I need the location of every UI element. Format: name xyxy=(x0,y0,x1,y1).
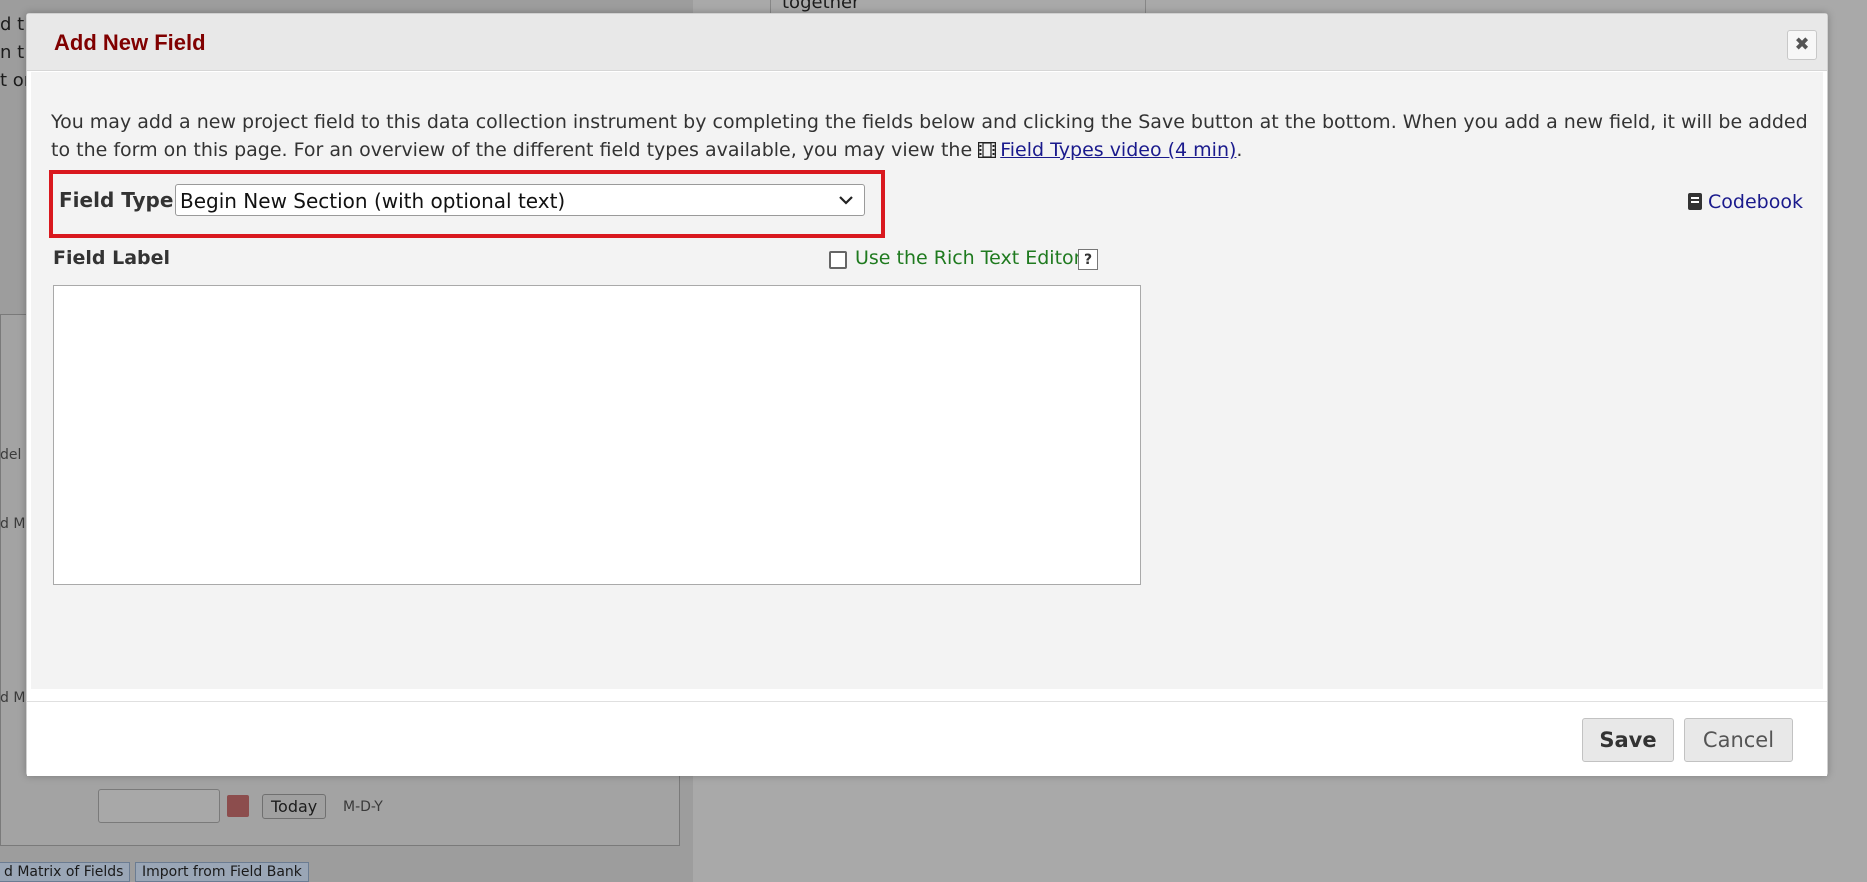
intro-end: . xyxy=(1236,139,1243,161)
rich-text-editor-checkbox[interactable] xyxy=(829,251,847,269)
cancel-button[interactable]: Cancel xyxy=(1684,718,1793,762)
add-field-dialog: Add New Field ✖ You may add a new projec… xyxy=(26,13,1828,776)
background-text-fragment: d t xyxy=(0,14,25,35)
intro-text-body: You may add a new project field to this … xyxy=(51,111,1808,161)
field-label-heading: Field Label xyxy=(53,247,171,269)
background-date-input[interactable] xyxy=(98,789,220,823)
dialog-body: You may add a new project field to this … xyxy=(31,72,1823,689)
codebook-link[interactable]: Codebook xyxy=(1688,191,1803,213)
field-type-selected-value: Begin New Section (with optional text) xyxy=(180,189,566,213)
close-icon[interactable]: ✖ xyxy=(1787,30,1817,60)
field-type-label: Field Type: xyxy=(59,188,182,212)
dialog-title: Add New Field xyxy=(54,30,206,55)
add-matrix-button[interactable]: d Matrix of Fields xyxy=(0,862,131,882)
field-type-select[interactable]: Begin New Section (with optional text) xyxy=(175,184,865,216)
background-text-fragment: del xyxy=(0,447,22,463)
field-type-highlight: Field Type: Begin New Section (with opti… xyxy=(49,170,885,238)
background-text-fragment: n t xyxy=(0,42,25,63)
help-icon[interactable]: ? xyxy=(1078,249,1098,270)
dialog-footer: Save Cancel xyxy=(27,701,1827,776)
calendar-icon[interactable] xyxy=(227,795,249,817)
field-types-video-link[interactable]: Field Types video (4 min) xyxy=(1000,139,1236,161)
today-button[interactable]: Today xyxy=(262,794,327,819)
field-label-textarea[interactable] xyxy=(53,285,1141,585)
save-button[interactable]: Save xyxy=(1582,718,1674,762)
codebook-label: Codebook xyxy=(1708,191,1803,213)
intro-text: You may add a new project field to this … xyxy=(51,108,1811,164)
background-text-fragment: together xyxy=(782,0,860,13)
rich-text-editor-label[interactable]: Use the Rich Text Editor xyxy=(855,247,1081,269)
book-icon xyxy=(1688,193,1703,210)
dialog-header: Add New Field ✖ xyxy=(27,14,1827,71)
chevron-down-icon xyxy=(839,196,853,205)
import-field-bank-button[interactable]: Import from Field Bank xyxy=(135,862,309,882)
date-format-label: M-D-Y xyxy=(343,799,383,815)
film-icon xyxy=(978,142,997,158)
